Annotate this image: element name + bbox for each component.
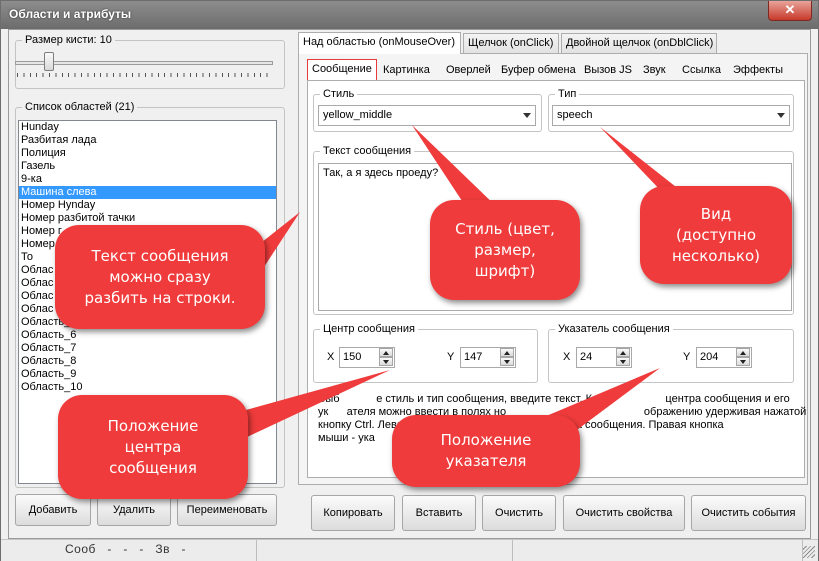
brush-size-label: Размер кисти: 10 xyxy=(25,34,112,46)
spin-down-icon[interactable] xyxy=(616,357,630,366)
pointer-x-input[interactable]: 24 xyxy=(576,347,632,368)
tab-sound[interactable]: Звук xyxy=(638,60,672,80)
spin-up-icon[interactable] xyxy=(736,348,750,357)
pointer-y-input[interactable]: 204 xyxy=(696,347,752,368)
center-x-value: 150 xyxy=(343,351,362,363)
list-item[interactable]: Машина слева xyxy=(19,186,276,199)
list-item[interactable]: Разбитая лада xyxy=(19,134,276,147)
pointer-x-label: X xyxy=(563,351,571,363)
type-label: Тип xyxy=(558,88,577,100)
chevron-down-icon xyxy=(777,113,785,118)
callout-line: несколько) xyxy=(671,246,761,265)
style-value: yellow_middle xyxy=(323,109,393,121)
pointer-y-value: 204 xyxy=(700,351,719,363)
slider-ticks xyxy=(17,73,273,77)
callout-line: Положение xyxy=(440,431,532,449)
message-center-label: Центр сообщения xyxy=(323,323,415,335)
help-line: Выб е стиль и тип сообщения, введите тек… xyxy=(318,393,790,405)
center-y-input[interactable]: 147 xyxy=(460,347,516,368)
spin-up-icon[interactable] xyxy=(379,348,393,357)
type-value: speech xyxy=(557,109,593,121)
center-y-label: Y xyxy=(447,351,455,363)
callout-line: сообщения xyxy=(109,458,197,477)
brush-size-value: 10 xyxy=(99,34,112,46)
close-button[interactable]: ✕ xyxy=(768,1,812,21)
status-segment xyxy=(257,540,513,561)
paste-button[interactable]: Вставить xyxy=(402,495,476,531)
pointer-x-value: 24 xyxy=(580,351,593,363)
tab-link[interactable]: Ссылка xyxy=(677,60,725,80)
center-x-label: X xyxy=(327,351,335,363)
clear-properties-button[interactable]: Очистить свойства xyxy=(563,495,685,531)
callout-line: Положение xyxy=(107,416,199,435)
message-text-label: Текст сообщения xyxy=(323,145,412,157)
style-label: Стиль xyxy=(323,88,355,100)
resize-grip-icon[interactable] xyxy=(803,546,815,558)
window-title: Области и атрибуты xyxy=(9,7,132,21)
list-item[interactable]: Полиция xyxy=(19,147,276,160)
callout-line: Вид xyxy=(700,204,732,223)
list-item[interactable]: Область_7 xyxy=(19,342,276,355)
callout-line: указателя xyxy=(445,452,527,470)
pointer-y-label: Y xyxy=(683,351,691,363)
center-x-input[interactable]: 150 xyxy=(339,347,395,368)
list-item[interactable]: Hunday xyxy=(19,121,276,134)
callout-line: можно сразу xyxy=(109,267,211,286)
callout-style: Стиль (цвет, размер, шрифт) xyxy=(430,200,580,300)
area-list-label: Список областей (21) xyxy=(25,101,135,113)
tab-clipboard[interactable]: Буфер обмена xyxy=(496,60,578,80)
style-select[interactable]: yellow_middle xyxy=(318,105,536,126)
callout-center: Положение центра сообщения xyxy=(58,395,248,499)
title-bar[interactable]: Области и атрибуты ✕ xyxy=(1,1,818,29)
callout-line: разбить на строки. xyxy=(84,288,236,307)
list-item[interactable]: Область_8 xyxy=(19,355,276,368)
spin-up-icon[interactable] xyxy=(500,348,514,357)
tab-picture[interactable]: Картинка xyxy=(378,60,436,80)
tab-message[interactable]: Сообщение xyxy=(307,59,377,80)
callout-message-text: Текст сообщения можно сразу разбить на с… xyxy=(55,225,265,329)
list-item[interactable]: 9-ка xyxy=(19,173,276,186)
list-item[interactable]: Номер разбитой тачки xyxy=(19,212,276,225)
spin-down-icon[interactable] xyxy=(379,357,393,366)
status-text: Сооб - - - Зв - xyxy=(65,542,187,556)
tab-effects[interactable]: Эффекты xyxy=(728,60,786,80)
close-icon: ✕ xyxy=(784,2,796,17)
list-item[interactable]: Газель xyxy=(19,160,276,173)
list-item[interactable]: Номер Hynday xyxy=(19,199,276,212)
spin-down-icon[interactable] xyxy=(500,357,514,366)
chevron-down-icon xyxy=(523,113,531,118)
tab-js-call[interactable]: Вызов JS xyxy=(579,60,634,80)
clear-events-button[interactable]: Очистить события xyxy=(691,495,806,531)
copy-button[interactable]: Копировать xyxy=(311,495,395,531)
list-item[interactable]: Область_10 xyxy=(19,381,276,394)
status-bar: Сооб - - - Зв - xyxy=(1,539,818,561)
callout-line: шрифт) xyxy=(474,261,536,280)
clear-button[interactable]: Очистить xyxy=(482,495,556,531)
area-count: (21) xyxy=(114,101,135,113)
type-select[interactable]: speech xyxy=(552,105,790,126)
spin-down-icon[interactable] xyxy=(736,357,750,366)
tab-mouseover[interactable]: Над областью (onMouseOver) xyxy=(298,32,461,54)
callout-line: (доступно xyxy=(675,225,757,244)
callout-line: центра xyxy=(124,437,182,456)
callout-line: Текст сообщения xyxy=(91,246,229,265)
brush-size-slider-thumb[interactable] xyxy=(44,52,54,71)
tab-onclick[interactable]: Щелчок (onClick) xyxy=(463,33,559,53)
list-item[interactable]: Область_6 xyxy=(19,329,276,342)
message-pointer-label: Указатель сообщения xyxy=(558,323,670,335)
tab-ondblclick[interactable]: Двойной щелчок (onDblClick) xyxy=(561,33,717,53)
center-y-value: 147 xyxy=(464,351,483,363)
tab-overlay[interactable]: Оверлей xyxy=(441,60,493,80)
status-segment xyxy=(513,540,803,561)
list-item[interactable]: Область_9 xyxy=(19,368,276,381)
spin-up-icon[interactable] xyxy=(616,348,630,357)
callout-pointer: Положение указателя xyxy=(392,415,580,487)
callout-line: Стиль (цвет, xyxy=(455,219,555,238)
callout-line: размер, xyxy=(474,240,536,259)
callout-type: Вид (доступно несколько) xyxy=(640,186,792,284)
